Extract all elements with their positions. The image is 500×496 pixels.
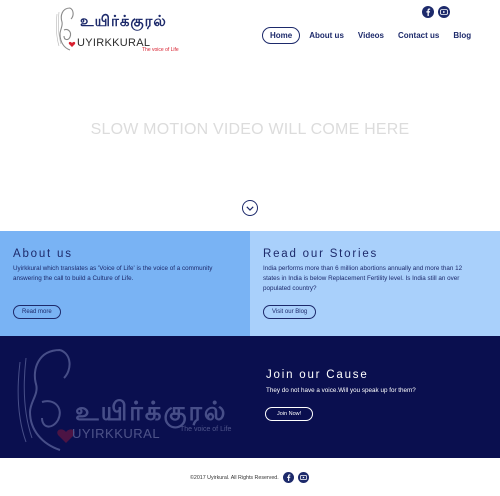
- about-body: Uyirkkural which translates as 'Voice of…: [13, 265, 213, 282]
- youtube-icon[interactable]: [298, 472, 309, 483]
- watermark-tagline: The voice of Life: [180, 426, 232, 433]
- about-title: About us: [13, 248, 73, 260]
- cause-body: They do not have a voice.Will you speak …: [266, 387, 416, 394]
- logo-name-text: UYIRKKURAL: [77, 37, 151, 49]
- scroll-down-button[interactable]: [242, 200, 258, 216]
- main-nav: Home About us Videos Contact us Blog: [262, 27, 471, 44]
- nav-videos[interactable]: Videos: [358, 31, 384, 40]
- site-header: உயிர்க்குரல் UYIRKKURAL The voice of Lif…: [0, 0, 500, 60]
- stories-body: India performs more than 6 million abort…: [263, 265, 463, 292]
- visit-blog-button[interactable]: Visit our Blog: [263, 305, 317, 319]
- stories-section: Read our Stories India performs more tha…: [250, 231, 500, 336]
- header-social-links: [422, 6, 450, 18]
- watermark-name-text: UYIRKKURAL: [72, 426, 161, 441]
- watermark-logo: உயிர்க்குரல் UYIRKKURAL The voice of Lif…: [12, 342, 252, 458]
- nav-about-us[interactable]: About us: [309, 31, 344, 40]
- cause-title: Join our Cause: [266, 369, 369, 381]
- read-more-button[interactable]: Read more: [13, 305, 61, 319]
- copyright-text: ©2017 Uyirkural. All Rights Reserved.: [190, 475, 279, 481]
- facebook-icon[interactable]: [422, 6, 434, 18]
- hero-placeholder-text: SLOW MOTION VIDEO WILL COME HERE: [90, 121, 410, 138]
- join-now-button[interactable]: Join Now!: [265, 407, 314, 421]
- stories-title: Read our Stories: [263, 248, 379, 260]
- nav-home[interactable]: Home: [262, 27, 301, 44]
- join-cause-section: உயிர்க்குரல் UYIRKKURAL The voice of Lif…: [0, 336, 500, 458]
- nav-blog[interactable]: Blog: [453, 31, 471, 40]
- logo-tagline: The voice of Life: [142, 47, 179, 53]
- site-logo[interactable]: உயிர்க்குரல் UYIRKKURAL The voice of Lif…: [54, 4, 189, 54]
- hero-section: SLOW MOTION VIDEO WILL COME HERE: [0, 60, 500, 230]
- about-section: About us Uyirkkural which translates as …: [0, 231, 250, 336]
- nav-contact-us[interactable]: Contact us: [398, 31, 439, 40]
- logo-tamil-text: உயிர்க்குரல்: [80, 12, 167, 30]
- youtube-icon[interactable]: [438, 6, 450, 18]
- footer-social-links: [283, 472, 309, 483]
- chevron-down-icon: [246, 205, 254, 211]
- site-footer: ©2017 Uyirkural. All Rights Reserved.: [0, 458, 500, 496]
- facebook-icon[interactable]: [283, 472, 294, 483]
